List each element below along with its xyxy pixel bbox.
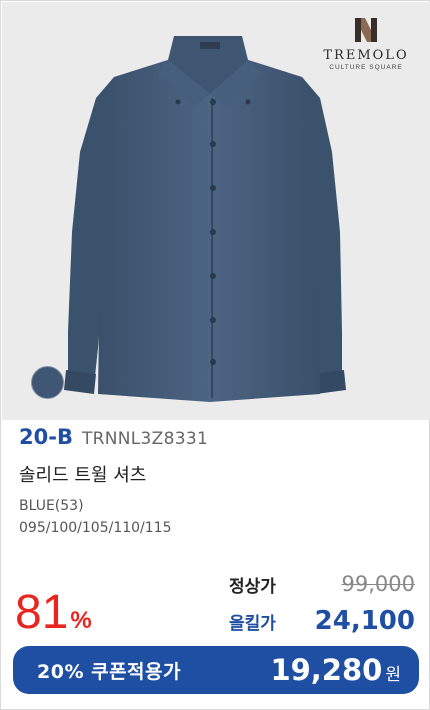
sale-price-row: 올킬가 24,100 bbox=[229, 606, 415, 636]
product-sizes: 095/100/105/110/115 bbox=[19, 520, 172, 536]
coupon-price-value: 19,280 bbox=[270, 653, 383, 687]
brand-logo-name: TREMOLO bbox=[323, 48, 409, 63]
brand-logo: TREMOLO CULTURE SQUARE bbox=[320, 16, 412, 71]
regular-price-value: 99,000 bbox=[341, 572, 415, 596]
coupon-label: 20% 쿠폰적용가 bbox=[37, 660, 181, 683]
product-name[interactable]: 솔리드 트윌 셔츠 bbox=[19, 461, 419, 487]
product-card[interactable]: TREMOLO CULTURE SQUARE 20-B TRNNL3Z8331 … bbox=[0, 0, 430, 710]
brand-code: 20-B bbox=[19, 425, 73, 449]
sale-price-label: 올킬가 bbox=[229, 613, 276, 634]
sale-price-value: 24,100 bbox=[314, 606, 415, 636]
regular-price-row: 정상가 99,000 bbox=[229, 569, 415, 599]
discount-rate: 81% bbox=[15, 589, 92, 637]
product-code: TRNNL3Z8331 bbox=[81, 429, 209, 449]
regular-price-label: 정상가 bbox=[229, 576, 276, 597]
coupon-price: 19,280 원 bbox=[270, 653, 401, 687]
brand-logo-subtitle: CULTURE SQUARE bbox=[329, 64, 403, 71]
color-swatch[interactable] bbox=[31, 366, 64, 399]
product-color: BLUE(53) bbox=[19, 498, 84, 514]
code-line: 20-B TRNNL3Z8331 bbox=[19, 425, 419, 455]
coupon-price-unit: 원 bbox=[385, 665, 401, 685]
product-info: 20-B TRNNL3Z8331 솔리드 트윌 셔츠 BLUE(53) 095/… bbox=[19, 425, 419, 538]
coupon-price-bar[interactable]: 20% 쿠폰적용가 19,280 원 bbox=[13, 646, 419, 694]
discount-percent: % bbox=[70, 607, 92, 634]
product-image[interactable]: TREMOLO CULTURE SQUARE bbox=[2, 2, 430, 420]
brand-logo-icon bbox=[355, 18, 377, 42]
discount-number: 81 bbox=[15, 586, 69, 639]
